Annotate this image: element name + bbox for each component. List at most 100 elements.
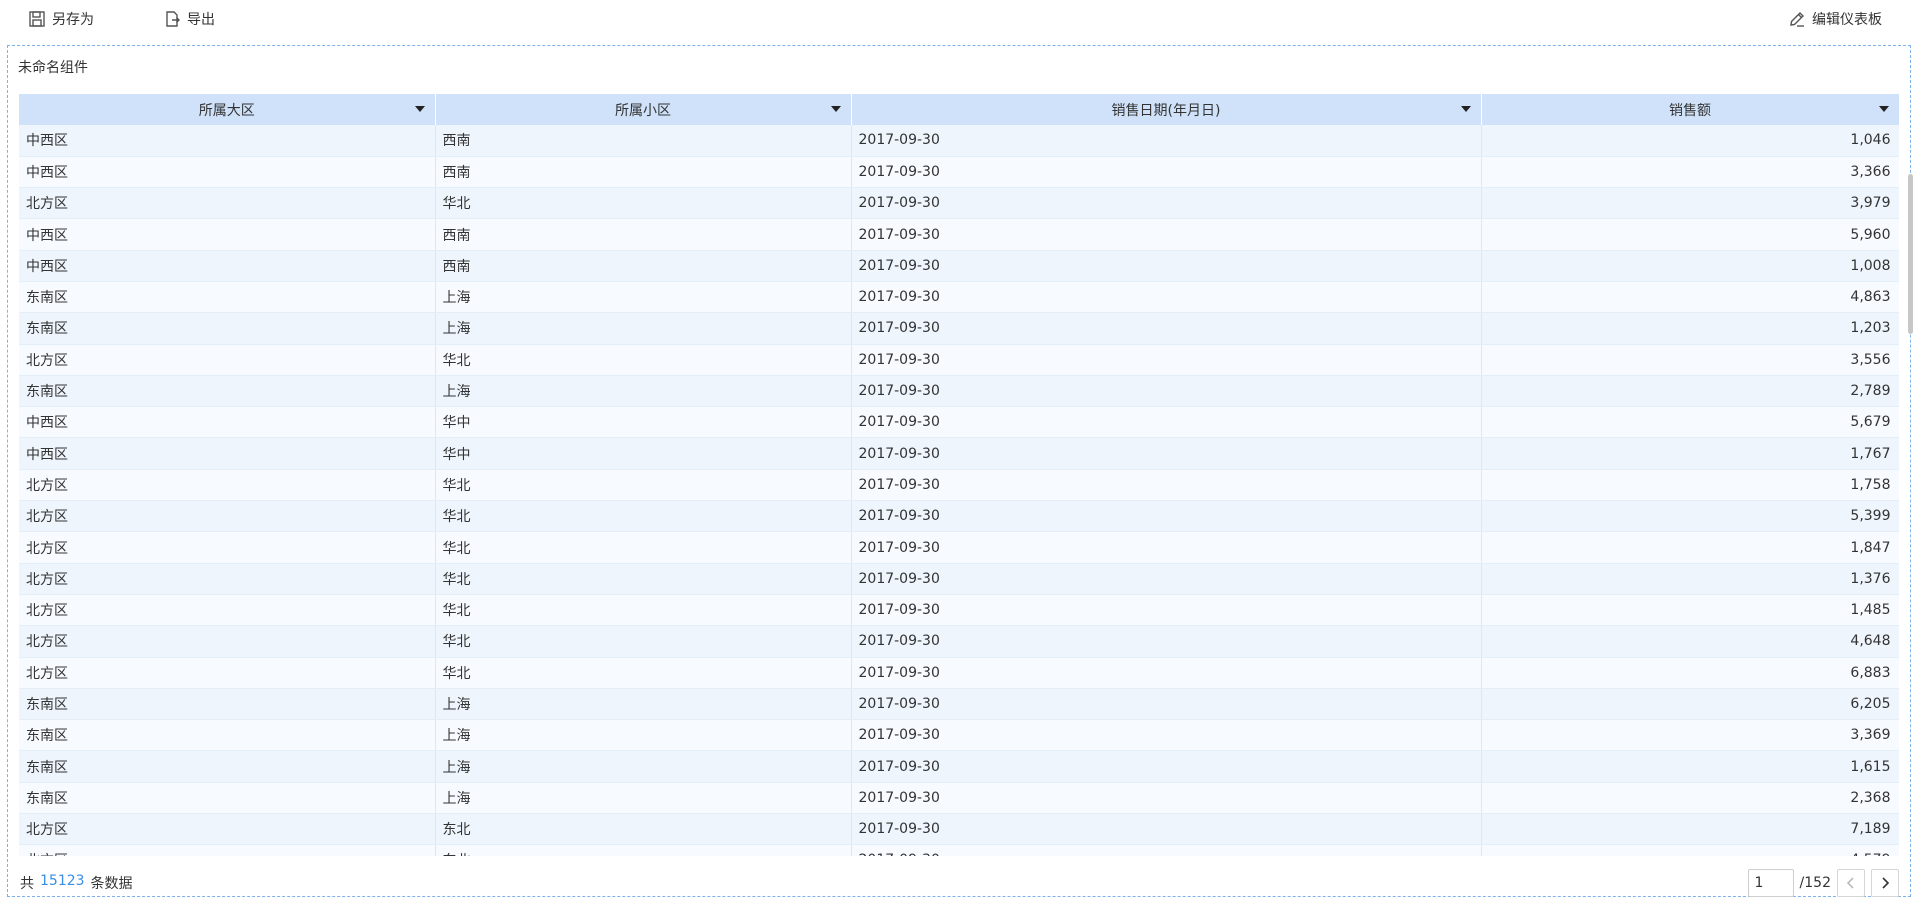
column-header-sales-amount[interactable]: 销售额: [1481, 94, 1899, 125]
cell-subregion: 华北: [435, 563, 852, 595]
cell-subregion: 上海: [435, 719, 852, 752]
cell-sales-date: 2017-09-30: [851, 750, 1482, 783]
export-button[interactable]: 导出: [163, 9, 215, 29]
cell-sales-amount: 1,203: [1481, 312, 1899, 345]
cell-region: 东南区: [19, 750, 436, 783]
cell-region: 中西区: [19, 218, 436, 251]
cell-subregion: 上海: [435, 750, 852, 783]
cell-subregion: 华北: [435, 594, 852, 627]
cell-sales-date: 2017-09-30: [851, 688, 1482, 721]
cell-region: 东南区: [19, 782, 436, 815]
table-row[interactable]: 北方区东北2017-09-304,579: [19, 844, 1899, 856]
table-row[interactable]: 东南区 上海 2017-09-30 2,368: [19, 782, 1899, 815]
cell-sales-amount: 4,863: [1481, 281, 1899, 314]
page-number-input[interactable]: [1747, 869, 1794, 897]
cell-sales-date: 2017-09-30: [851, 469, 1482, 502]
table-widget[interactable]: 未命名组件 所属大区 所属小区 销售日期(年月日) 销售额 中西区 西南 201…: [7, 45, 1913, 897]
record-count-total: 15123: [40, 873, 85, 889]
table-row[interactable]: 东南区 上海 2017-09-30 6,205: [19, 688, 1899, 721]
table-row[interactable]: 中西区 西南 2017-09-30 3,366: [19, 156, 1899, 189]
cell-region: 东南区: [19, 688, 436, 721]
table-row[interactable]: 北方区 东北 2017-09-30 7,189: [19, 813, 1899, 846]
cell-sales-date: 2017-09-30: [851, 250, 1482, 282]
save-as-button[interactable]: 另存为: [28, 9, 94, 29]
table-row[interactable]: 中西区 华中 2017-09-30 5,679: [19, 406, 1899, 439]
cell-region: 中西区: [19, 406, 436, 439]
cell-sales-date: 2017-09-30: [851, 625, 1482, 658]
column-header-region[interactable]: 所属大区: [19, 94, 436, 125]
cell-region: 北方区: [19, 563, 436, 595]
table-body: 中西区 西南 2017-09-30 1,046 中西区 西南 2017-09-30 3,366…: [19, 125, 1899, 856]
total-pages: /152: [1799, 875, 1831, 891]
cell-sales-amount: 1,615: [1481, 750, 1899, 783]
cell-sales-amount: 1,767: [1481, 437, 1899, 470]
column-header-label: 销售额: [1669, 102, 1711, 119]
table-row[interactable]: 北方区 华北 2017-09-30 4,648: [19, 625, 1899, 658]
save-as-label: 另存为: [52, 12, 94, 28]
next-page-button[interactable]: [1871, 869, 1899, 897]
vertical-scrollbar[interactable]: [1908, 174, 1913, 334]
cell-sales-amount: 1,485: [1481, 594, 1899, 627]
table-row[interactable]: 北方区 华北 2017-09-30 3,556: [19, 344, 1899, 376]
column-header-subregion[interactable]: 所属小区: [435, 94, 852, 125]
cell-region: 东南区: [19, 312, 436, 345]
cell-region: 中西区: [19, 437, 436, 470]
cell-subregion: 西南: [435, 250, 852, 282]
cell-sales-date: 2017-09-30: [851, 312, 1482, 345]
cell-sales-amount: 3,369: [1481, 719, 1899, 752]
cell-region: 北方区: [19, 469, 436, 502]
table-row[interactable]: 北方区 华北 2017-09-30 1,376: [19, 563, 1899, 595]
table-row[interactable]: 东南区 上海 2017-09-30 2,789: [19, 375, 1899, 408]
caret-down-icon[interactable]: [1878, 106, 1889, 112]
cell-subregion: 上海: [435, 281, 852, 314]
edit-dashboard-button[interactable]: 编辑仪表板: [1788, 9, 1882, 29]
caret-down-icon[interactable]: [1460, 106, 1471, 112]
caret-down-icon[interactable]: [830, 106, 841, 112]
cell-subregion: 华北: [435, 531, 852, 564]
table-row[interactable]: 北方区 华北 2017-09-30 1,847: [19, 531, 1899, 564]
table-row[interactable]: 中西区 西南 2017-09-30 1,046: [19, 125, 1899, 157]
prev-page-button[interactable]: [1837, 869, 1865, 897]
table-row[interactable]: 北方区 华北 2017-09-30 1,758: [19, 469, 1899, 502]
cell-region: 北方区: [19, 594, 436, 627]
cell-sales-date: 2017-09-30: [851, 156, 1482, 189]
table-row[interactable]: 北方区 华北 2017-09-30 5,399: [19, 500, 1899, 533]
cell-sales-date: 2017-09-30: [851, 563, 1482, 595]
table-row[interactable]: 中西区 华中 2017-09-30 1,767: [19, 437, 1899, 470]
cell-sales-amount: 6,883: [1481, 657, 1899, 689]
caret-down-icon[interactable]: [414, 106, 425, 112]
table-row[interactable]: 北方区 华北 2017-09-30 1,485: [19, 594, 1899, 627]
record-count-suffix: 条数据: [90, 876, 133, 892]
cell-region: 东南区: [19, 719, 436, 752]
table-row[interactable]: 东南区 上海 2017-09-30 1,203: [19, 312, 1899, 345]
cell-sales-amount: 1,008: [1481, 250, 1899, 282]
cell-region: 北方区: [19, 531, 436, 564]
table-row[interactable]: 东南区 上海 2017-09-30 4,863: [19, 281, 1899, 314]
cell-region: 北方区: [19, 500, 436, 533]
cell-sales-amount: 3,979: [1481, 187, 1899, 220]
cell-sales-amount: 2,368: [1481, 782, 1899, 815]
table-row[interactable]: 北方区 华北 2017-09-30 6,883: [19, 657, 1899, 689]
cell-subregion: 华北: [435, 344, 852, 376]
table-row[interactable]: 中西区 西南 2017-09-30 5,960: [19, 218, 1899, 251]
cell-region: 北方区: [19, 844, 436, 856]
table-row[interactable]: 东南区 上海 2017-09-30 1,615: [19, 750, 1899, 783]
cell-subregion: 华北: [435, 469, 852, 502]
table-row[interactable]: 中西区 西南 2017-09-30 1,008: [19, 250, 1899, 282]
cell-subregion: 华北: [435, 657, 852, 689]
cell-sales-amount: 3,366: [1481, 156, 1899, 189]
table-row[interactable]: 北方区 华北 2017-09-30 3,979: [19, 187, 1899, 220]
column-header-label: 所属小区: [615, 102, 671, 119]
table-row[interactable]: 东南区 上海 2017-09-30 3,369: [19, 719, 1899, 752]
cell-sales-amount: 4,648: [1481, 625, 1899, 658]
cell-subregion: 华中: [435, 406, 852, 439]
data-table-container[interactable]: 所属大区 所属小区 销售日期(年月日) 销售额 中西区 西南 2017-09-3…: [19, 94, 1899, 856]
cell-sales-date: 2017-09-30: [851, 657, 1482, 689]
edit-dashboard-label: 编辑仪表板: [1812, 12, 1882, 28]
column-header-sales-date[interactable]: 销售日期(年月日): [851, 94, 1482, 125]
cell-region: 北方区: [19, 625, 436, 658]
pagination: /152: [1747, 868, 1899, 898]
cell-sales-date: 2017-09-30: [851, 281, 1482, 314]
cell-sales-date: 2017-09-30: [851, 500, 1482, 533]
cell-sales-date: 2017-09-30: [851, 531, 1482, 564]
